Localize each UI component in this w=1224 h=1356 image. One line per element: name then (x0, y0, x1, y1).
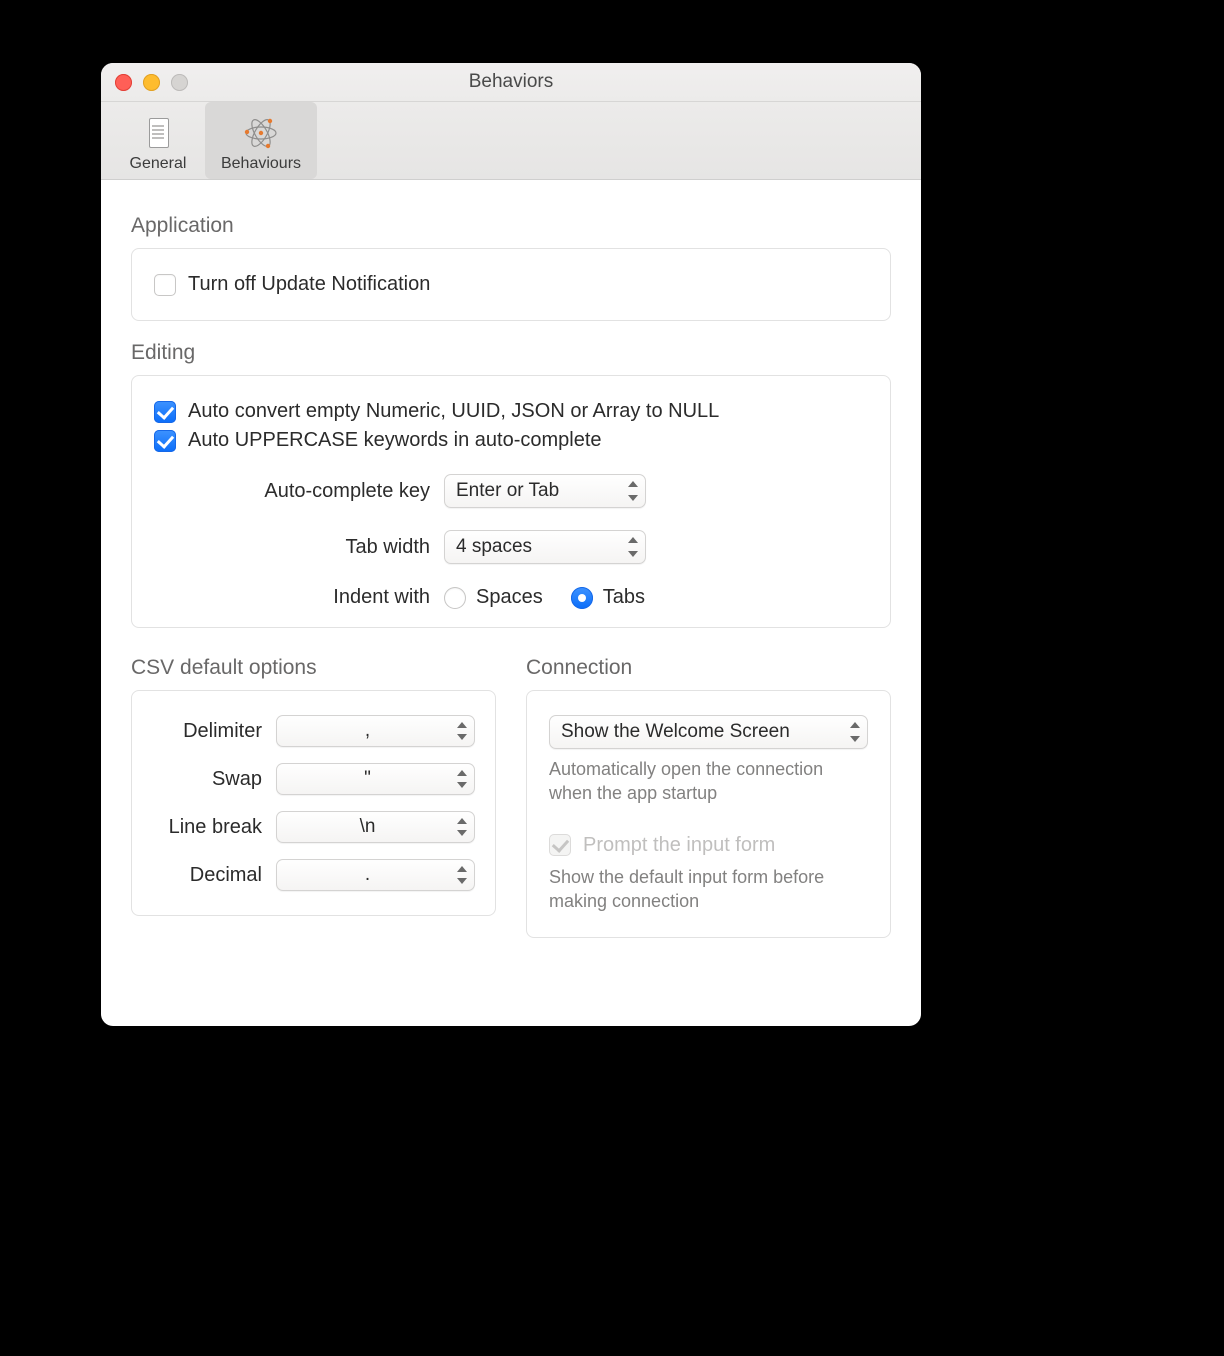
select-startup-value: Show the Welcome Screen (561, 721, 790, 743)
select-tab-width-value: 4 spaces (456, 536, 532, 558)
select-startup-behavior[interactable]: Show the Welcome Screen (549, 715, 868, 749)
checkbox-prompt-input-form (549, 834, 571, 856)
atom-icon (243, 115, 279, 151)
stepper-icon (455, 866, 469, 884)
section-title-editing: Editing (131, 341, 891, 365)
label-auto-null: Auto convert empty Numeric, UUID, JSON o… (188, 400, 719, 423)
checkbox-auto-null[interactable] (154, 401, 176, 423)
tab-behaviours-label: Behaviours (221, 155, 301, 173)
titlebar: Behaviors (101, 63, 921, 102)
stepper-icon (626, 537, 640, 557)
select-autocomplete-key[interactable]: Enter or Tab (444, 474, 646, 508)
label-prompt-input-form: Prompt the input form (583, 834, 775, 857)
radiogroup-indent: Spaces Tabs (444, 586, 645, 609)
checkbox-auto-uppercase[interactable] (154, 430, 176, 452)
label-linebreak: Line break (152, 816, 262, 839)
zoom-button[interactable] (171, 74, 188, 91)
select-swap-value: " (364, 768, 371, 790)
checkbox-update-notification[interactable] (154, 274, 176, 296)
label-indent-tabs: Tabs (603, 586, 645, 609)
select-delimiter[interactable]: , (276, 715, 475, 747)
label-decimal: Decimal (152, 864, 262, 887)
minimize-button[interactable] (143, 74, 160, 91)
panel-editing: Auto convert empty Numeric, UUID, JSON o… (131, 375, 891, 628)
section-title-application: Application (131, 214, 891, 238)
document-icon (140, 115, 176, 151)
label-tab-width: Tab width (154, 536, 444, 559)
label-indent-with: Indent with (154, 586, 444, 609)
section-title-connection: Connection (526, 656, 891, 680)
section-title-csv: CSV default options (131, 656, 496, 680)
stepper-icon (848, 722, 862, 742)
toolbar: General Behaviours (101, 102, 921, 180)
tab-general[interactable]: General (111, 102, 205, 179)
select-delimiter-value: , (365, 720, 370, 742)
content: Application Turn off Update Notification… (101, 180, 921, 1026)
select-linebreak[interactable]: \n (276, 811, 475, 843)
label-update-notification: Turn off Update Notification (188, 273, 430, 296)
label-swap: Swap (152, 768, 262, 791)
select-decimal[interactable]: . (276, 859, 475, 891)
stepper-icon (455, 770, 469, 788)
select-autocomplete-key-value: Enter or Tab (456, 480, 559, 502)
radio-indent-tabs[interactable] (571, 587, 593, 609)
window-title: Behaviors (101, 71, 921, 93)
select-linebreak-value: \n (360, 816, 376, 838)
tab-behaviours[interactable]: Behaviours (205, 102, 317, 179)
stepper-icon (626, 481, 640, 501)
traffic-lights (115, 74, 188, 91)
stepper-icon (455, 722, 469, 740)
stepper-icon (455, 818, 469, 836)
label-delimiter: Delimiter (152, 720, 262, 743)
select-decimal-value: . (365, 864, 370, 886)
hint-prompt: Show the default input form before makin… (549, 865, 868, 914)
select-swap[interactable]: " (276, 763, 475, 795)
panel-connection: Show the Welcome Screen Automatically op… (526, 690, 891, 938)
select-tab-width[interactable]: 4 spaces (444, 530, 646, 564)
close-button[interactable] (115, 74, 132, 91)
label-indent-spaces: Spaces (476, 586, 543, 609)
preferences-window: Behaviors General Beha (101, 63, 921, 1026)
panel-application: Turn off Update Notification (131, 248, 891, 321)
radio-indent-spaces[interactable] (444, 587, 466, 609)
hint-startup: Automatically open the connection when t… (549, 757, 868, 806)
tab-general-label: General (130, 155, 187, 173)
label-auto-uppercase: Auto UPPERCASE keywords in auto-complete (188, 429, 602, 452)
panel-csv: Delimiter , Swap " Line break \n (131, 690, 496, 916)
label-autocomplete-key: Auto-complete key (154, 480, 444, 503)
